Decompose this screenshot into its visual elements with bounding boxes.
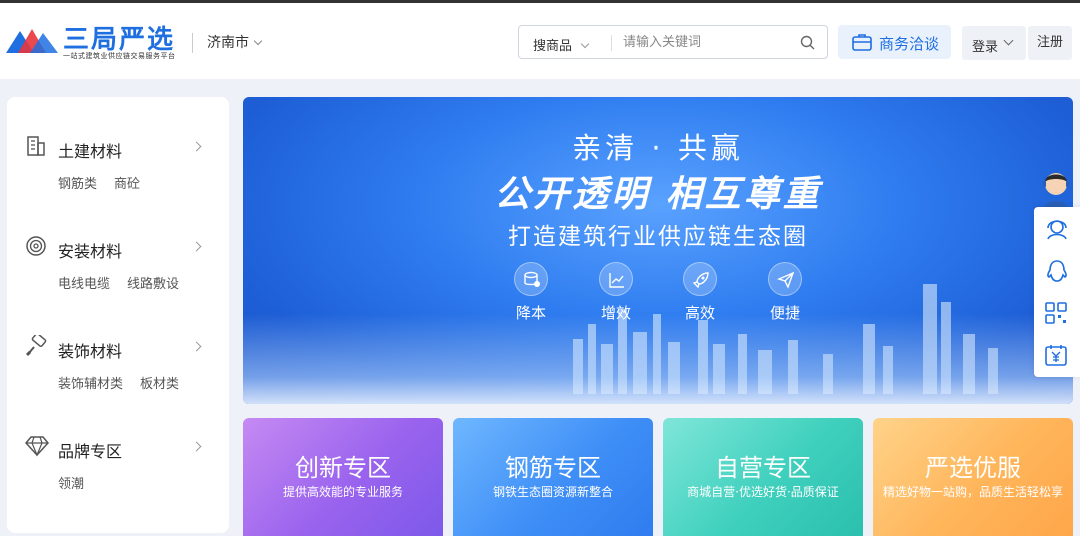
qrcode-icon[interactable]	[1044, 301, 1068, 325]
chevron-down-icon	[1003, 35, 1014, 46]
subcategory-link[interactable]: 领潮	[58, 477, 84, 492]
banner-slogan-sub: 打造建筑行业供应链生态圈	[508, 224, 808, 250]
subcategory-link[interactable]: 线路敷设	[127, 277, 179, 292]
site-header: 三局严选 一站式建筑业供应链交易服务平台 济南市 搜商品 商务洽谈 登录 注册	[0, 3, 1080, 79]
category-sidebar: 土建材料 钢筋类 商砼 安装材料 电线电缆 线路敷设 装饰材料 装饰辅材类 板材类	[7, 97, 229, 533]
zone-subtitle: 精选好物一站购，品质生活轻松享	[882, 485, 1063, 499]
subcategory-link[interactable]: 商砼	[114, 177, 140, 192]
feature-label: 便捷	[769, 304, 800, 322]
zone-cards: 创新专区 提供高效能的专业服务 钢筋专区 钢铁生态圈资源新整合 自营专区 商城自…	[243, 418, 1073, 536]
zone-title: 自营专区	[715, 454, 811, 482]
zone-card-rebar[interactable]: 钢筋专区 钢铁生态圈资源新整合	[453, 418, 653, 536]
feature-label: 降本	[515, 304, 546, 322]
category-subs: 装饰辅材类 板材类	[58, 373, 196, 392]
briefcase-icon	[852, 34, 872, 51]
qq-icon[interactable]	[1044, 259, 1070, 285]
register-button[interactable]: 注册	[1028, 26, 1072, 60]
city-selector[interactable]: 济南市	[207, 32, 263, 52]
category-item[interactable]: 土建材料 钢筋类 商砼	[7, 97, 229, 197]
banner-slogan-main: 公开透明 相互尊重	[494, 174, 822, 215]
zone-title: 钢筋专区	[505, 454, 601, 482]
logo-mark-icon	[6, 29, 58, 53]
category-item[interactable]: 装饰材料 装饰辅材类 板材类	[7, 297, 229, 397]
zone-title: 创新专区	[295, 454, 391, 482]
category-subs: 钢筋类 商砼	[58, 173, 157, 192]
logo-subtitle: 一站式建筑业供应链交易服务平台	[63, 52, 176, 60]
search-input[interactable]	[623, 31, 793, 53]
feature-label: 增效	[600, 304, 631, 322]
zone-title: 严选优服	[925, 454, 1021, 482]
rocket-icon	[692, 272, 709, 289]
floating-service-bar	[1034, 207, 1080, 377]
banner-slogan-top: 亲清 · 共赢	[572, 131, 744, 165]
zone-subtitle: 提供高效能的专业服务	[282, 485, 403, 499]
login-label: 登录	[972, 40, 999, 55]
zone-card-self-operated[interactable]: 自营专区 商城自营·优选好货·品质保证	[663, 418, 863, 536]
chevron-down-icon	[253, 36, 263, 46]
subcategory-link[interactable]: 电线电缆	[58, 277, 110, 292]
banner-feature: 增效	[586, 262, 646, 323]
header-divider	[192, 33, 193, 53]
search-bar: 搜商品	[518, 25, 828, 59]
diamond-icon	[25, 436, 49, 457]
zone-card-innovation[interactable]: 创新专区 提供高效能的专业服务	[243, 418, 443, 536]
chevron-right-icon	[191, 441, 202, 452]
search-type-dropdown[interactable]: 搜商品	[533, 35, 590, 54]
paint-roller-icon	[25, 335, 47, 357]
feature-label: 高效	[684, 304, 715, 322]
chevron-down-icon	[580, 39, 590, 49]
category-title: 品牌专区	[58, 442, 123, 461]
chevron-right-icon	[191, 141, 202, 152]
chevron-right-icon	[191, 341, 202, 352]
category-subs: 领潮	[58, 473, 101, 492]
subcategory-link[interactable]: 钢筋类	[58, 177, 97, 192]
zone-card-premium-service[interactable]: 严选优服 精选好物一站购，品质生活轻松享	[873, 418, 1073, 536]
search-type-label: 搜商品	[533, 39, 573, 54]
trend-chart-icon	[609, 273, 624, 288]
cable-roll-icon	[26, 236, 46, 256]
send-icon	[777, 271, 795, 289]
service-avatar-icon[interactable]	[1040, 170, 1072, 210]
business-talk-button[interactable]: 商务洽谈	[838, 25, 951, 59]
site-logo[interactable]: 三局严选 一站式建筑业供应链交易服务平台	[6, 19, 184, 65]
banner-haze	[243, 314, 1073, 404]
customer-service-icon[interactable]	[1044, 217, 1070, 241]
login-button[interactable]: 登录	[962, 26, 1026, 60]
category-item[interactable]: 安装材料 电线电缆 线路敷设	[7, 197, 229, 297]
subcategory-link[interactable]: 装饰辅材类	[58, 377, 123, 392]
banner-feature: 便捷	[755, 262, 815, 323]
zone-subtitle: 钢铁生态圈资源新整合	[492, 485, 613, 499]
search-icon[interactable]	[800, 35, 815, 50]
business-talk-label: 商务洽谈	[879, 35, 940, 53]
category-subs: 电线电缆 线路敷设	[58, 273, 196, 292]
chevron-right-icon	[191, 241, 202, 252]
calendar-yuan-icon[interactable]	[1044, 343, 1068, 367]
banner-feature: 降本	[501, 262, 561, 323]
building-icon	[27, 136, 45, 156]
category-title: 土建材料	[58, 142, 123, 161]
category-item[interactable]: 品牌专区 领潮	[7, 397, 229, 497]
hero-banner[interactable]: 亲清 · 共赢 公开透明 相互尊重 打造建筑行业供应链生态圈 降本 增效 高效 …	[243, 97, 1073, 404]
search-separator	[611, 35, 612, 51]
category-title: 装饰材料	[58, 342, 123, 361]
coins-icon	[524, 271, 540, 287]
category-title: 安装材料	[58, 242, 123, 261]
city-label: 济南市	[207, 35, 249, 51]
subcategory-link[interactable]: 板材类	[140, 377, 179, 392]
zone-subtitle: 商城自营·优选好货·品质保证	[687, 485, 839, 499]
banner-feature: 高效	[670, 262, 730, 323]
